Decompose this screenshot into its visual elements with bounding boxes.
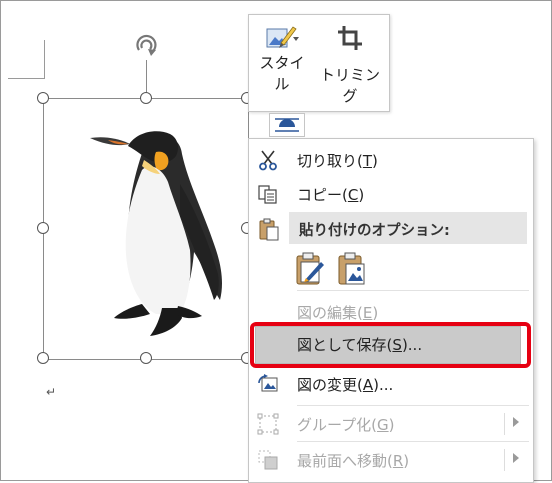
menu-separator <box>297 290 529 291</box>
menu-item-change-picture[interactable]: 図の変更(A)... <box>249 367 533 401</box>
resize-handle-top[interactable] <box>140 92 152 104</box>
penguin-picture[interactable] <box>84 124 234 340</box>
resize-handle-left[interactable] <box>37 222 49 234</box>
context-menu: 切り取り(T) コピー(C) 貼り付けのオプション: 図の編集(E) 図として保… <box>248 138 534 483</box>
paste-options-header: 貼り付けのオプション: <box>289 212 527 244</box>
menu-item-edit-picture-label: 図の編集(E) <box>297 304 379 322</box>
scissors-icon <box>259 150 277 171</box>
resize-handle-bottom[interactable] <box>140 352 152 364</box>
menu-separator <box>297 441 529 442</box>
resize-handle-top-left[interactable] <box>37 92 49 104</box>
menu-item-copy-label: コピー(C) <box>297 186 365 204</box>
crop-icon <box>338 26 362 50</box>
paragraph-mark: ↵ <box>46 385 57 399</box>
page-margin-corner <box>8 40 45 79</box>
group-icon <box>257 413 279 435</box>
submenu-arrow-icon <box>513 417 519 427</box>
rotate-handle-icon[interactable] <box>131 30 161 60</box>
crop-button[interactable]: トリミング <box>315 21 385 107</box>
menu-item-bring-to-front[interactable]: 最前面へ移動(R) <box>249 443 533 477</box>
change-picture-icon <box>258 374 278 392</box>
menu-item-copy[interactable]: コピー(C) <box>249 177 533 211</box>
submenu-divider <box>504 413 505 435</box>
highlight-callout-outline <box>250 322 531 368</box>
paste-keep-formatting-icon[interactable] <box>291 250 327 288</box>
clipboard-icon <box>259 218 279 241</box>
paste-picture-icon[interactable] <box>333 250 369 288</box>
submenu-arrow-icon <box>513 453 519 463</box>
menu-item-cut[interactable]: 切り取り(T) <box>249 143 533 177</box>
picture-style-icon <box>266 26 299 48</box>
layout-options-icon[interactable] <box>269 113 305 137</box>
style-button-label-2: ル <box>274 75 290 93</box>
resize-handle-bottom-left[interactable] <box>37 352 49 364</box>
menu-item-group[interactable]: グループ化(G) <box>249 407 533 441</box>
paste-options-header-label: 貼り付けのオプション: <box>299 223 450 239</box>
menu-item-bring-to-front-label: 最前面へ移動(R) <box>297 452 410 470</box>
menu-separator <box>297 405 529 406</box>
bring-to-front-icon <box>258 450 278 470</box>
style-button-label-1: スタイ <box>259 54 305 72</box>
copy-icon <box>258 185 277 204</box>
menu-item-cut-label: 切り取り(T) <box>297 152 378 170</box>
submenu-divider <box>504 449 505 471</box>
menu-item-group-label: グループ化(G) <box>297 416 395 434</box>
paste-options-row <box>289 248 529 290</box>
crop-button-label: トリミング <box>319 66 380 105</box>
style-button[interactable]: スタイ ル <box>253 21 311 107</box>
menu-item-change-picture-label: 図の変更(A)... <box>297 376 394 394</box>
picture-mini-toolbar: スタイ ル トリミング <box>248 14 390 112</box>
